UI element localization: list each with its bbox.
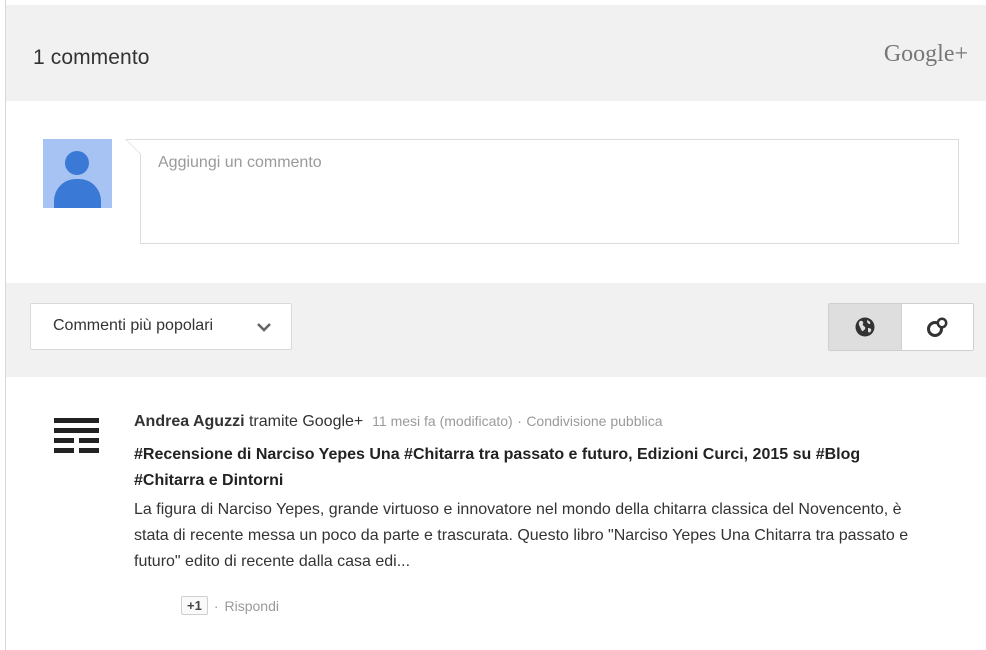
comment-meta: Andrea Aguzzi tramite Google+ 11 mesi fa… xyxy=(134,413,663,431)
user-avatar xyxy=(43,139,112,208)
comment-input-placeholder: Aggiungi un commento xyxy=(158,154,322,171)
compose-notch-inner xyxy=(127,140,141,154)
sort-bar: Commenti più popolari xyxy=(6,283,986,377)
avatar-body xyxy=(54,179,101,208)
comment-count: 1 commento xyxy=(33,46,150,69)
comment-timestamp[interactable]: 11 mesi fa (modificato) xyxy=(372,413,513,429)
author-avatar-icon xyxy=(54,418,99,453)
visibility-toggle xyxy=(828,303,974,351)
globe-icon xyxy=(855,317,875,337)
comment-input[interactable]: Aggiungi un commento xyxy=(125,139,959,244)
reply-link[interactable]: Rispondi xyxy=(225,598,279,614)
comment-title[interactable]: #Recensione di Narciso Yepes Una #Chitar… xyxy=(134,442,924,494)
comment-body: La figura di Narciso Yepes, grande virtu… xyxy=(134,501,909,570)
circles-icon xyxy=(927,317,948,337)
action-separator: · xyxy=(213,597,219,614)
avatar-head xyxy=(65,151,89,175)
comment-author-link[interactable]: Andrea Aguzzi xyxy=(134,413,245,430)
comment-via: tramite Google+ xyxy=(248,413,364,430)
public-filter-button[interactable] xyxy=(829,304,902,350)
sort-dropdown[interactable]: Commenti più popolari xyxy=(30,303,292,350)
sort-dropdown-label: Commenti più popolari xyxy=(53,317,214,334)
comment-actions: +1 · Rispondi xyxy=(181,596,279,615)
google-plus-logo[interactable]: Google+ xyxy=(884,41,968,68)
plus-one-button[interactable]: +1 xyxy=(181,596,208,615)
circles-filter-button[interactable] xyxy=(902,304,973,350)
comment-visibility: Condivisione pubblica xyxy=(526,413,663,429)
comments-header: 1 commento Google+ xyxy=(6,5,986,101)
chevron-down-icon xyxy=(257,323,271,332)
meta-separator: · xyxy=(517,413,522,429)
